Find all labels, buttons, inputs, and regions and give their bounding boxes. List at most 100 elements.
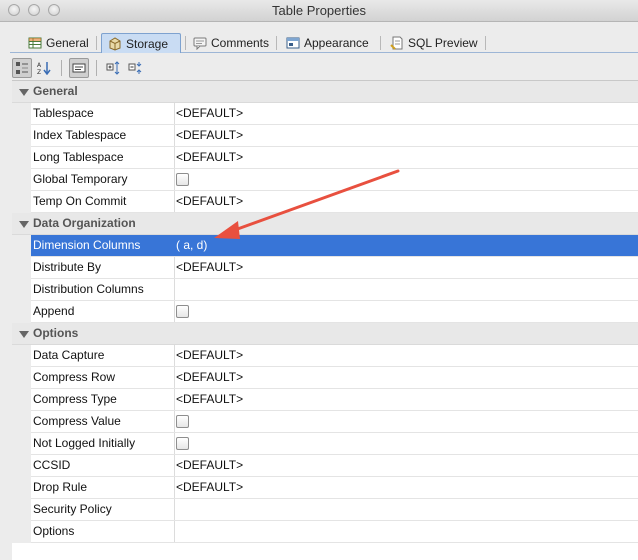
window-title: Table Properties xyxy=(272,3,366,18)
toolbar-separator xyxy=(96,60,97,76)
category-general[interactable]: General xyxy=(12,81,638,103)
property-name: Drop Rule xyxy=(31,477,175,498)
property-name: CCSID xyxy=(31,455,175,476)
property-name: Security Policy xyxy=(31,499,175,520)
expand-all-icon xyxy=(106,61,120,75)
not-logged-initially-checkbox[interactable] xyxy=(176,437,189,450)
property-value[interactable]: <DEFAULT> xyxy=(173,147,638,168)
property-name: Compress Value xyxy=(31,411,175,432)
storage-disk-icon xyxy=(109,36,121,51)
global-temporary-checkbox[interactable] xyxy=(176,173,189,186)
collapse-triangle-icon[interactable] xyxy=(19,221,29,228)
property-name: Options xyxy=(31,521,175,542)
appearance-icon xyxy=(286,37,300,49)
tab-separator xyxy=(276,36,277,50)
property-value[interactable]: <DEFAULT> xyxy=(173,191,638,212)
expand-all-button[interactable] xyxy=(104,58,124,78)
collapse-all-icon xyxy=(128,62,142,74)
property-row[interactable]: Options xyxy=(12,521,638,543)
property-row[interactable]: Compress Row <DEFAULT> xyxy=(12,367,638,389)
property-value[interactable]: <DEFAULT> xyxy=(173,257,638,278)
property-row[interactable]: Compress Type <DEFAULT> xyxy=(12,389,638,411)
property-name: Temp On Commit xyxy=(31,191,175,212)
comments-icon xyxy=(193,37,207,50)
show-description-button[interactable] xyxy=(69,58,89,78)
property-value[interactable]: <DEFAULT> xyxy=(173,455,638,476)
tab-separator xyxy=(485,36,486,50)
property-row[interactable]: Tablespace <DEFAULT> xyxy=(12,103,638,125)
tab-appearance-label: Appearance xyxy=(304,36,369,50)
alphabetical-sort-button[interactable]: AZ xyxy=(34,58,54,78)
tab-sql-preview[interactable]: SQL Preview xyxy=(384,33,484,53)
property-row[interactable]: Security Policy xyxy=(12,499,638,521)
property-name: Long Tablespace xyxy=(31,147,175,168)
compress-value-checkbox[interactable] xyxy=(176,415,189,428)
property-name: Dimension Columns xyxy=(31,235,175,256)
property-row[interactable]: Long Tablespace <DEFAULT> xyxy=(12,147,638,169)
property-row[interactable]: Drop Rule <DEFAULT> xyxy=(12,477,638,499)
property-row[interactable]: Data Capture <DEFAULT> xyxy=(12,345,638,367)
property-value[interactable]: <DEFAULT> xyxy=(173,477,638,498)
property-row-selected[interactable]: Dimension Columns ( a, d) xyxy=(12,235,638,257)
property-name: Global Temporary xyxy=(31,169,175,190)
categorized-view-icon xyxy=(16,62,28,74)
tab-general-label: General xyxy=(46,36,89,50)
property-row[interactable]: Index Tablespace <DEFAULT> xyxy=(12,125,638,147)
property-row[interactable]: Distribute By <DEFAULT> xyxy=(12,257,638,279)
property-row[interactable]: CCSID <DEFAULT> xyxy=(12,455,638,477)
property-name: Distribute By xyxy=(31,257,175,278)
property-row[interactable]: Compress Value xyxy=(12,411,638,433)
collapse-all-button[interactable] xyxy=(126,58,146,78)
property-row[interactable]: Global Temporary xyxy=(12,169,638,191)
tab-storage-label: Storage xyxy=(126,36,169,51)
collapse-triangle-icon[interactable] xyxy=(19,89,29,96)
property-row[interactable]: Not Logged Initially xyxy=(12,433,638,455)
property-toolbar: AZ xyxy=(12,57,146,79)
category-label: Data Organization xyxy=(33,216,136,230)
property-row[interactable]: Distribution Columns xyxy=(12,279,638,301)
property-value[interactable]: <DEFAULT> xyxy=(173,389,638,410)
property-value[interactable]: <DEFAULT> xyxy=(173,125,638,146)
property-row[interactable]: Temp On Commit <DEFAULT> xyxy=(12,191,638,213)
collapse-triangle-icon[interactable] xyxy=(19,331,29,338)
tab-comments[interactable]: Comments xyxy=(187,33,275,53)
tab-separator xyxy=(96,36,97,50)
property-value[interactable]: <DEFAULT> xyxy=(173,345,638,366)
tab-separator xyxy=(185,36,186,50)
categorized-view-button[interactable] xyxy=(12,58,32,78)
property-value[interactable] xyxy=(173,499,638,520)
property-name: Compress Type xyxy=(31,389,175,410)
category-label: General xyxy=(33,84,78,98)
category-label: Options xyxy=(33,326,79,340)
tab-separator xyxy=(380,36,381,50)
tab-appearance[interactable]: Appearance xyxy=(280,33,375,53)
property-value[interactable] xyxy=(173,279,638,300)
property-name: Distribution Columns xyxy=(31,279,175,300)
property-value[interactable]: <DEFAULT> xyxy=(173,367,638,388)
tab-comments-label: Comments xyxy=(211,36,270,50)
svg-text:A: A xyxy=(37,62,42,69)
property-value[interactable] xyxy=(173,521,638,542)
tab-storage[interactable]: Storage xyxy=(101,33,181,53)
property-name: Index Tablespace xyxy=(31,125,175,146)
append-checkbox[interactable] xyxy=(176,305,189,318)
category-options[interactable]: Options xyxy=(12,323,638,345)
property-row[interactable]: Append xyxy=(12,301,638,323)
alphabetical-sort-icon: AZ xyxy=(37,62,51,75)
property-name: Compress Row xyxy=(31,367,175,388)
property-name: Not Logged Initially xyxy=(31,433,175,454)
svg-text:Z: Z xyxy=(37,69,41,75)
show-description-icon xyxy=(72,63,86,73)
property-value[interactable]: ( a, d) xyxy=(173,235,638,256)
title-bar: Table Properties xyxy=(0,0,638,22)
table-grid-icon xyxy=(28,37,42,49)
property-name: Tablespace xyxy=(31,103,175,124)
tab-general[interactable]: General xyxy=(22,33,95,53)
sql-preview-icon xyxy=(390,36,403,50)
category-data-organization[interactable]: Data Organization xyxy=(12,213,638,235)
tab-sql-preview-label: SQL Preview xyxy=(408,36,478,50)
property-value[interactable]: <DEFAULT> xyxy=(173,103,638,124)
property-sheet: General Tablespace <DEFAULT> Index Table… xyxy=(12,80,638,560)
property-name: Append xyxy=(31,301,175,322)
toolbar-separator xyxy=(61,60,62,76)
